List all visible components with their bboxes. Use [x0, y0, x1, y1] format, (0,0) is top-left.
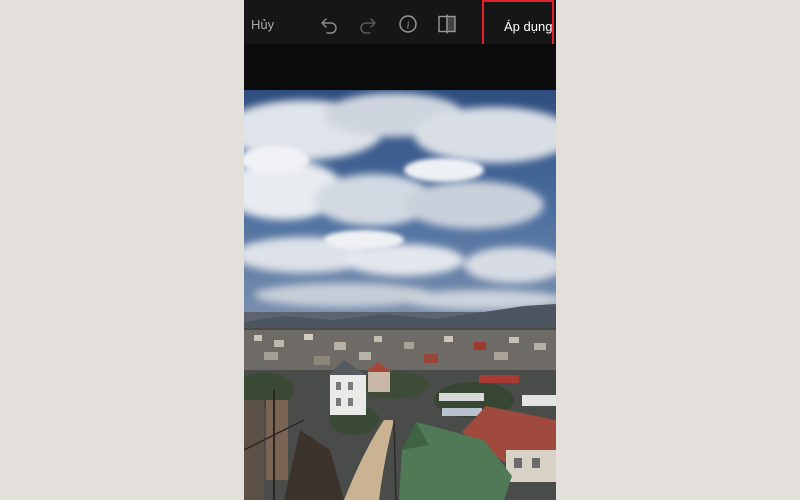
compare-icon[interactable]	[437, 14, 457, 34]
cancel-button[interactable]: Hủy	[251, 17, 274, 33]
apply-label: Áp dụng	[504, 19, 553, 34]
edited-photo	[244, 90, 556, 500]
redo-icon[interactable]	[358, 14, 378, 34]
page-background: Hủy i Áp dụng	[0, 0, 800, 500]
toolbar-spacer	[244, 44, 556, 90]
editor-toolbar: Hủy i Áp dụng	[244, 0, 556, 53]
city-buildings	[244, 330, 556, 370]
info-icon[interactable]: i	[398, 14, 418, 34]
photo-editor-screen: Hủy i Áp dụng	[244, 0, 556, 500]
undo-icon[interactable]	[319, 14, 339, 34]
svg-text:i: i	[406, 20, 409, 32]
